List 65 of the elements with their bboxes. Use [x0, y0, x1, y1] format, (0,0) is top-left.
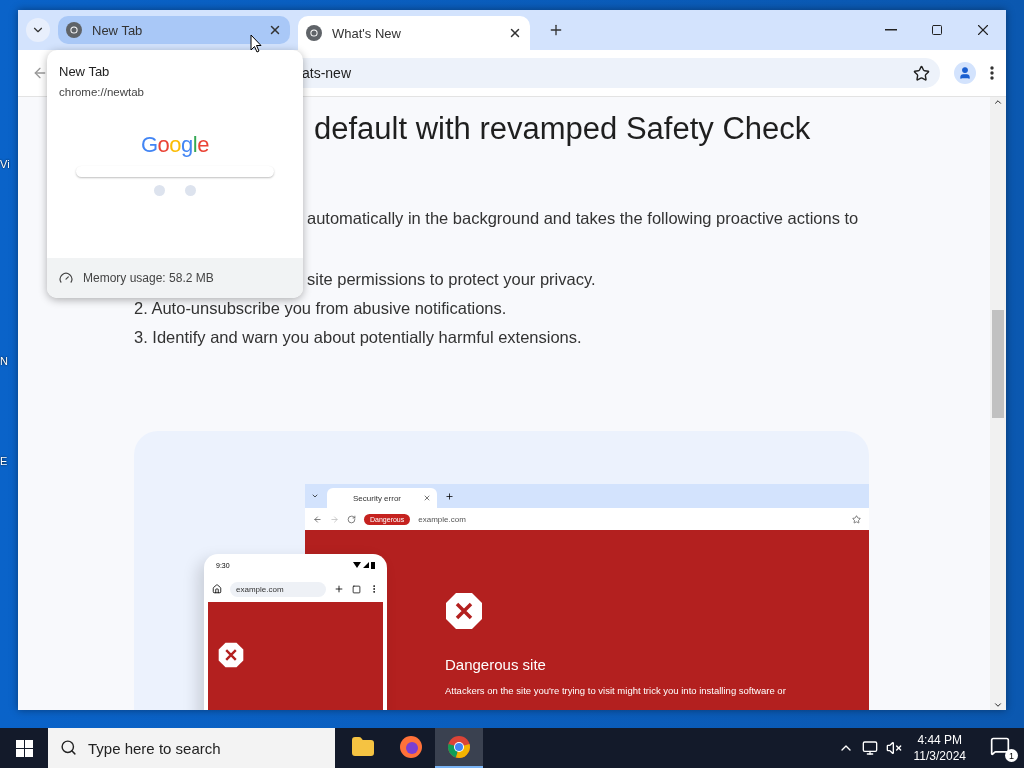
chevron-icon	[311, 492, 319, 500]
muted-speaker-icon[interactable]	[885, 740, 902, 756]
plus-icon	[445, 491, 454, 501]
close-icon	[423, 494, 431, 502]
star-icon	[852, 514, 861, 524]
profile-button[interactable]	[954, 62, 976, 84]
windows-logo-icon	[15, 739, 33, 757]
new-tab-button[interactable]	[548, 22, 564, 38]
list-item: site permissions to protect your privacy.	[307, 270, 597, 289]
forward-arrow-icon	[330, 514, 339, 524]
close-icon[interactable]	[268, 23, 282, 37]
tab-title: What's New	[332, 25, 402, 41]
shortcut-icon	[154, 185, 165, 196]
scrollbar-thumb[interactable]	[992, 309, 1004, 418]
close-icon[interactable]	[508, 26, 522, 40]
back-arrow-icon	[313, 514, 322, 524]
taskbar-clock[interactable]: 4:44 PM 11/3/2024	[913, 732, 966, 764]
firefox-icon	[399, 735, 423, 759]
tab-title: New Tab	[92, 22, 144, 38]
phone-url: example.com	[230, 581, 326, 597]
search-icon	[60, 739, 77, 756]
memory-usage: Memory usage: 58.2 MB	[83, 271, 214, 285]
menu-icon	[990, 66, 994, 80]
status-icons-drawing	[353, 561, 375, 569]
gauge-icon	[59, 271, 73, 285]
notification-icon	[990, 736, 1010, 756]
minimize-icon	[885, 29, 897, 31]
tab-list-button[interactable]	[26, 18, 50, 42]
mockup-tab-title: Security error	[353, 493, 401, 503]
warning-title: Dangerous site	[445, 656, 547, 673]
taskbar-app-button[interactable]	[435, 728, 483, 768]
mockup-url: example.com	[418, 514, 467, 524]
browser-tab[interactable]: What's New	[298, 16, 530, 50]
shortcut-icon	[185, 185, 196, 196]
folder-icon	[351, 735, 375, 759]
clock-time: 4:44 PM	[917, 732, 963, 748]
article-heading: default with revamped Safety Check	[314, 111, 812, 147]
clock-date: 11/3/2024	[913, 748, 966, 764]
article-paragraph: automatically in the background and takes the following proactive actions to	[307, 209, 860, 228]
tabs-icon	[352, 584, 361, 594]
reload-icon	[347, 514, 356, 524]
maximize-icon	[931, 24, 943, 36]
notification-count: 1	[1005, 749, 1018, 762]
thumbnail-logo: Google	[141, 132, 209, 158]
notifications-button[interactable]: 1	[984, 734, 1018, 762]
desktop-icon-label[interactable]: N	[0, 355, 8, 367]
desktop-icon-label[interactable]: E	[0, 455, 8, 467]
back-button[interactable]	[32, 65, 48, 81]
list-item: 3. Identify and warn you about potentially harmful extensions.	[134, 328, 583, 347]
home-icon	[212, 584, 222, 594]
bookmark-star-icon[interactable]	[913, 64, 930, 82]
scroll-up-icon[interactable]	[993, 97, 1003, 107]
person-icon	[958, 66, 972, 80]
warning-text: Attackers on the site you're trying to visit might trick you into installing software or	[445, 685, 787, 696]
list-item: 2. Auto-unsubscribe you from abusive notifications.	[134, 299, 508, 318]
error-octagon-icon	[445, 592, 483, 630]
scroll-down-icon[interactable]	[993, 700, 1003, 710]
plus-icon	[334, 584, 344, 594]
menu-button[interactable]	[990, 66, 994, 80]
browser-tab[interactable]: New Tab	[58, 16, 290, 44]
card-url: chrome://newtab	[58, 85, 145, 98]
desktop-icon-label[interactable]: Vi	[0, 158, 10, 170]
error-octagon-icon	[218, 642, 244, 668]
address-text: ats-new	[302, 65, 353, 81]
taskbar-search-field[interactable]: Type here to search	[48, 728, 335, 768]
